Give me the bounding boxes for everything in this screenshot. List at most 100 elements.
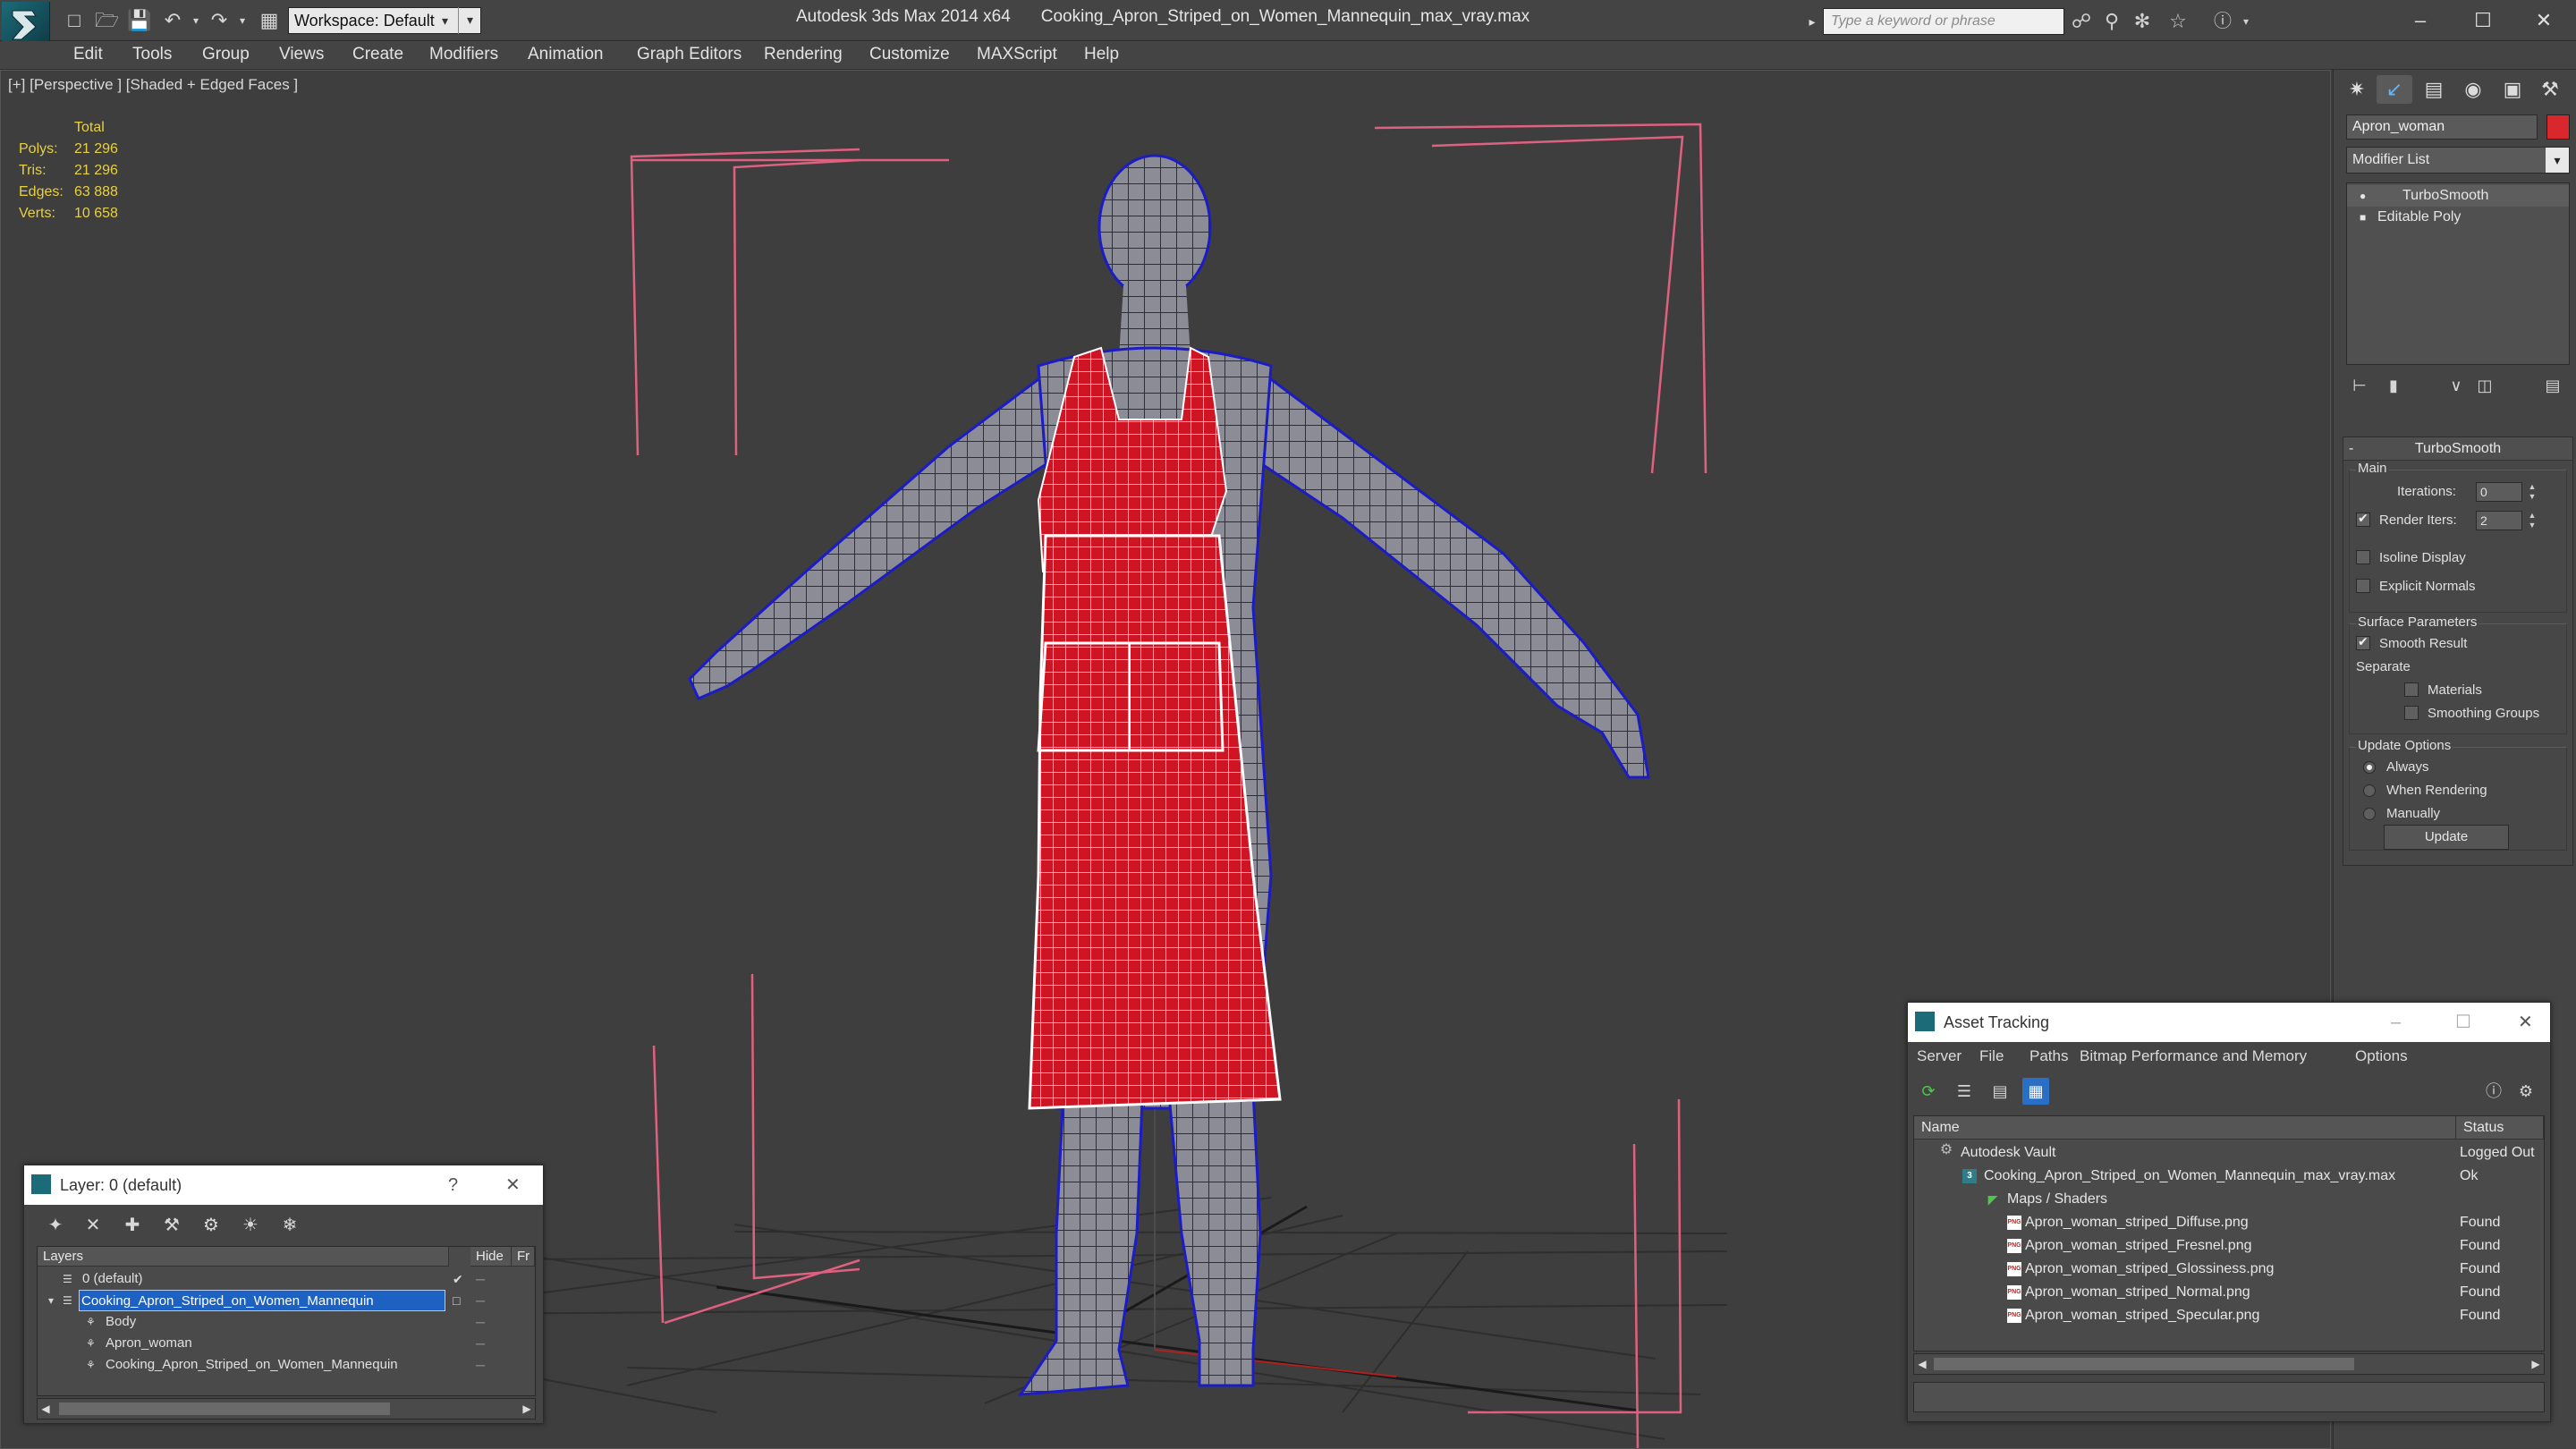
undo-dropdown-icon[interactable]: ▾ xyxy=(184,9,208,32)
hide-toggle-icon[interactable]: ─ xyxy=(476,1333,494,1354)
object-color-swatch[interactable] xyxy=(2546,114,2570,140)
close-icon[interactable]: ✕ xyxy=(505,1165,521,1205)
help-icon[interactable]: ⓘ xyxy=(2480,1078,2507,1105)
pin-stack-icon[interactable]: ⊢ xyxy=(2346,372,2373,399)
table-row[interactable]: 3 Cooking_Apron_Striped_on_Women_Mannequ… xyxy=(1914,1165,2544,1188)
search-icon[interactable]: ⚲ xyxy=(2098,8,2125,35)
favorites-star-icon[interactable]: ☆ xyxy=(2165,8,2191,35)
binoculars-icon[interactable]: ☍ xyxy=(2068,8,2095,35)
menu-animation[interactable]: Animation xyxy=(528,45,604,64)
update-always-radio[interactable] xyxy=(2363,761,2376,774)
column-header-name[interactable]: Name xyxy=(1914,1116,2456,1140)
smooth-result-checkbox[interactable] xyxy=(2356,634,2370,650)
table-view-icon[interactable]: ▦ xyxy=(2022,1078,2049,1105)
spinner-arrows-icon[interactable]: ▲ ▼ xyxy=(2526,482,2538,502)
open-file-icon[interactable]: 🗁 xyxy=(95,9,119,32)
table-row[interactable]: ☰ 0 (default) ✔ ─ xyxy=(38,1268,535,1290)
scroll-right-icon[interactable]: ▶ xyxy=(2528,1354,2544,1374)
asset-path-field[interactable] xyxy=(1913,1382,2545,1412)
save-icon[interactable]: 💾 xyxy=(127,9,151,32)
remove-modifier-icon[interactable]: ◫ xyxy=(2471,372,2498,399)
scrollbar-thumb[interactable] xyxy=(1934,1358,2354,1370)
hide-toggle-icon[interactable]: ─ xyxy=(476,1354,494,1376)
menu-views[interactable]: Views xyxy=(279,45,324,64)
menu-options[interactable]: Options xyxy=(2355,1047,2408,1065)
close-icon[interactable]: ✕ xyxy=(2517,4,2571,38)
render-iters-spinner[interactable]: 2 xyxy=(2476,511,2522,530)
settings-icon[interactable]: ⚙ xyxy=(2512,1078,2539,1105)
create-layer-icon[interactable]: ✦ xyxy=(42,1212,69,1239)
column-header-status[interactable]: Status xyxy=(2456,1116,2544,1140)
menu-customize[interactable]: Customize xyxy=(869,45,950,64)
active-layer-check-icon[interactable]: ✔ xyxy=(453,1268,463,1290)
table-row[interactable]: ⚘ Apron_woman ─ xyxy=(38,1333,535,1354)
lightbulb-icon[interactable]: ● xyxy=(2360,185,2366,207)
menu-help[interactable]: Help xyxy=(1084,45,1119,64)
hierarchy-tab-icon[interactable]: ▤ xyxy=(2416,75,2452,104)
close-icon[interactable]: ✕ xyxy=(2518,1003,2533,1042)
configure-sets-icon[interactable]: ▤ xyxy=(2539,372,2566,399)
rollout-header[interactable]: - TurboSmooth xyxy=(2343,437,2572,461)
column-header-layers[interactable]: Layers xyxy=(38,1247,449,1267)
search-input[interactable]: Type a keyword or phrase xyxy=(1823,8,2064,35)
viewport-label[interactable]: [+] [Perspective ] [Shaded + Edged Faces… xyxy=(8,76,298,94)
menu-paths[interactable]: Paths xyxy=(2029,1047,2068,1065)
help-dropdown-icon[interactable]: ▾ xyxy=(2233,8,2259,35)
list-view-icon[interactable]: ☰ xyxy=(1951,1078,1978,1105)
menu-maxscript[interactable]: MAXScript xyxy=(977,45,1057,64)
menu-rendering[interactable]: Rendering xyxy=(764,45,843,64)
asset-tracking-titlebar[interactable]: Asset Tracking – ☐ ✕ xyxy=(1908,1003,2550,1042)
new-file-icon[interactable]: □ xyxy=(63,9,86,32)
iterations-spinner[interactable]: 0 xyxy=(2476,482,2522,502)
menu-edit[interactable]: Edit xyxy=(73,45,103,64)
exchange-icon[interactable]: ✻ xyxy=(2129,8,2156,35)
materials-checkbox[interactable] xyxy=(2404,682,2419,697)
isoline-display-checkbox[interactable] xyxy=(2356,550,2370,564)
scroll-right-icon[interactable]: ▶ xyxy=(519,1399,535,1419)
update-manually-radio[interactable] xyxy=(2363,808,2376,820)
column-header-freeze[interactable]: Fr xyxy=(512,1247,535,1267)
table-row[interactable]: PNG Apron_woman_striped_Specular.png Fou… xyxy=(1914,1304,2544,1327)
table-row[interactable]: ◤ Maps / Shaders xyxy=(1914,1188,2544,1211)
active-layer-box-icon[interactable]: □ xyxy=(453,1290,460,1311)
menu-tools[interactable]: Tools xyxy=(132,45,172,64)
display-tab-icon[interactable]: ▣ xyxy=(2495,75,2530,104)
undo-icon[interactable]: ↶ xyxy=(161,9,184,32)
make-unique-icon[interactable]: ∨ xyxy=(2443,372,2470,399)
table-row[interactable]: ⚘ Body ─ xyxy=(38,1311,535,1333)
tree-view-icon[interactable]: ▤ xyxy=(1987,1078,2013,1105)
minimize-icon[interactable]: – xyxy=(2394,4,2447,38)
table-row[interactable]: PNG Apron_woman_striped_Glossiness.png F… xyxy=(1914,1258,2544,1281)
motion-tab-icon[interactable]: ◉ xyxy=(2455,75,2491,104)
menu-bitmap-performance[interactable]: Bitmap Performance and Memory xyxy=(2080,1047,2307,1065)
modifier-list-dropdown[interactable]: Modifier List ▾ xyxy=(2346,147,2570,174)
render-iters-checkbox[interactable] xyxy=(2356,511,2370,527)
redo-dropdown-icon[interactable]: ▾ xyxy=(231,9,254,32)
menu-create[interactable]: Create xyxy=(352,45,403,64)
utilities-tab-icon[interactable]: ⚒ xyxy=(2532,75,2568,104)
stack-item-turbosmooth[interactable]: ● TurboSmooth xyxy=(2347,185,2569,207)
table-row[interactable]: ⚘ Cooking_Apron_Striped_on_Women_Mannequ… xyxy=(38,1354,535,1376)
expand-plus-icon[interactable]: ■ xyxy=(2360,207,2366,228)
maximize-icon[interactable]: ☐ xyxy=(2456,4,2510,38)
explicit-normals-checkbox[interactable] xyxy=(2356,579,2370,593)
update-button[interactable]: Update xyxy=(2384,825,2509,850)
project-folder-icon[interactable]: ▦ xyxy=(258,9,281,32)
add-to-layer-icon[interactable]: ✚ xyxy=(119,1212,146,1239)
help-icon[interactable]: ? xyxy=(448,1165,458,1205)
stack-item-editable-poly[interactable]: ■ Editable Poly xyxy=(2347,207,2569,228)
menu-file[interactable]: File xyxy=(1979,1047,2004,1065)
hide-toggle-icon[interactable]: ─ xyxy=(476,1268,494,1290)
spinner-arrows-icon[interactable]: ▲ ▼ xyxy=(2526,511,2538,530)
smoothing-groups-checkbox[interactable] xyxy=(2404,706,2419,720)
show-end-result-icon[interactable]: ▮ xyxy=(2380,372,2407,399)
refresh-icon[interactable]: ⟳ xyxy=(1915,1078,1942,1105)
redo-icon[interactable]: ↷ xyxy=(208,9,231,32)
modify-tab-icon[interactable]: ↙ xyxy=(2377,75,2412,104)
menu-group[interactable]: Group xyxy=(202,45,250,64)
table-row[interactable]: ⚙ Autodesk Vault Logged Out xyxy=(1914,1141,2544,1165)
select-objects-icon[interactable]: ⚒ xyxy=(158,1212,185,1239)
table-row[interactable]: ▾ ☰ Cooking_Apron_Striped_on_Women_Manne… xyxy=(38,1290,535,1311)
scroll-left-icon[interactable]: ◀ xyxy=(1914,1354,1930,1374)
object-name-field[interactable]: Apron_woman xyxy=(2346,114,2538,140)
